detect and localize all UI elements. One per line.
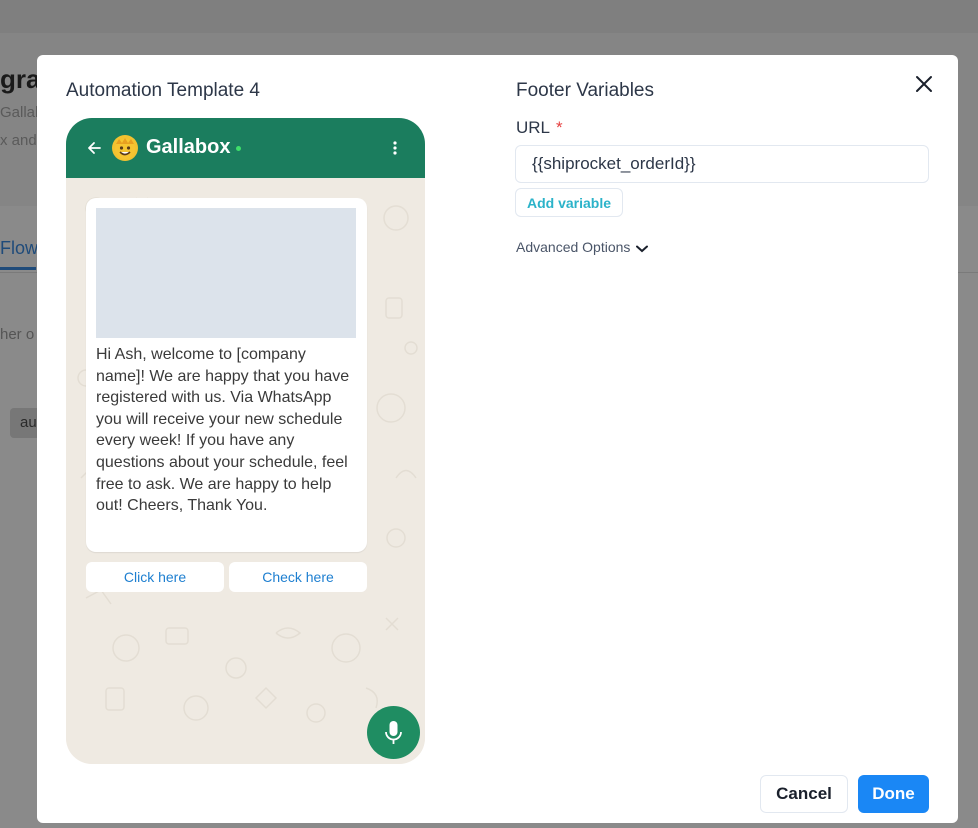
add-variable-button[interactable]: Add variable (515, 188, 623, 217)
advanced-options-label: Advanced Options (516, 239, 631, 255)
footer-variables-title: Footer Variables (516, 80, 654, 101)
chat-area: Hi Ash, welcome to [company name]! We ar… (66, 178, 425, 764)
more-options-icon (393, 141, 397, 155)
chat-header: Gallabox (66, 118, 425, 178)
message-text: Hi Ash, welcome to [company name]! We ar… (96, 346, 350, 515)
url-label-text: URL (516, 118, 551, 137)
message-bubble: Hi Ash, welcome to [company name]! We ar… (86, 198, 367, 552)
background-subtitle-2: x and (0, 132, 37, 149)
advanced-options-toggle[interactable]: Advanced Options (516, 239, 649, 255)
background-topbar (0, 0, 978, 33)
business-name: Gallabox (146, 136, 231, 158)
chevron-down-icon (636, 245, 649, 253)
online-status-dot (236, 146, 241, 151)
microphone-icon (385, 721, 402, 744)
close-icon (916, 76, 932, 92)
url-variable-input[interactable] (515, 145, 929, 183)
avatar-emoji-icon (115, 138, 135, 159)
template-modal: Automation Template 4 Gallabox Hi Ash, w… (37, 55, 958, 823)
required-mark: * (556, 118, 563, 137)
business-avatar (112, 135, 138, 161)
url-label: URL * (516, 118, 563, 138)
cancel-button[interactable]: Cancel (760, 775, 848, 813)
modal-title: Automation Template 4 (66, 80, 260, 101)
mic-button[interactable] (367, 706, 420, 759)
close-button[interactable] (912, 72, 936, 96)
cta-button-click-here[interactable]: Click here (86, 562, 224, 592)
back-arrow-icon (88, 142, 101, 154)
done-button[interactable]: Done (858, 775, 929, 813)
background-text: her o (0, 326, 35, 343)
cta-button-check-here[interactable]: Check here (229, 562, 367, 592)
whatsapp-preview: Gallabox Hi Ash, welcome to [company nam… (66, 118, 425, 764)
message-media-placeholder (96, 208, 356, 338)
background-tab-flow: Flow (0, 238, 38, 270)
